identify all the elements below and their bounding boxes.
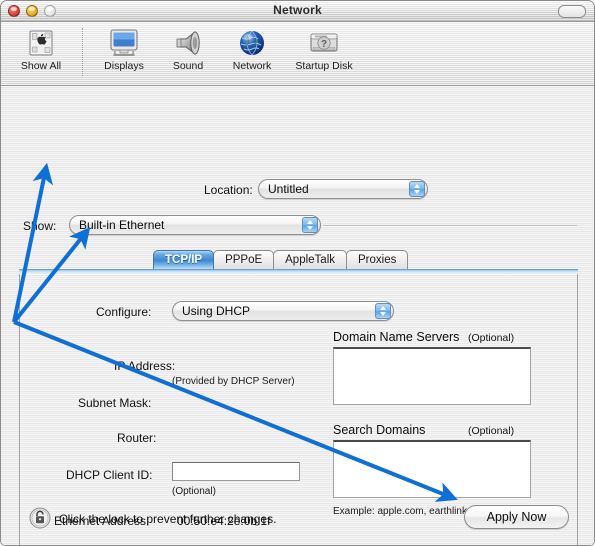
show-all-icon bbox=[9, 26, 73, 59]
chevron-updown-icon bbox=[375, 303, 391, 319]
lock-button[interactable] bbox=[29, 507, 51, 529]
startup-disk-icon: ? bbox=[284, 26, 364, 59]
ip-address-note: (Provided by DHCP Server) bbox=[172, 376, 295, 387]
toolbar-item-startup-disk[interactable]: ? Startup Disk bbox=[284, 26, 364, 72]
search-domains-optional: (Optional) bbox=[468, 425, 515, 437]
unlocked-padlock-icon bbox=[29, 507, 51, 529]
preferences-toolbar: Show All Displays Sound Network ? Startu… bbox=[1, 22, 594, 86]
configure-value: Using DHCP bbox=[182, 304, 251, 318]
tab-pppoe[interactable]: PPPoE bbox=[213, 250, 275, 269]
search-domains-example: Example: apple.com, earthlink.net bbox=[333, 506, 484, 517]
toolbar-item-label: Show All bbox=[20, 60, 62, 72]
location-popup[interactable]: Untitled bbox=[258, 179, 428, 199]
tab-strip: TCP/IP PPPoE AppleTalk Proxies bbox=[19, 250, 578, 274]
dhcp-client-id-note: (Optional) bbox=[172, 486, 216, 497]
toolbar-item-label: Network bbox=[232, 60, 272, 72]
location-label: Location: bbox=[204, 183, 253, 197]
show-value: Built-in Ethernet bbox=[79, 218, 165, 232]
toolbar-item-network[interactable]: Network bbox=[220, 26, 284, 72]
search-domains-title: Search Domains bbox=[333, 423, 426, 437]
show-label: Show: bbox=[23, 219, 57, 233]
toolbar-item-sound[interactable]: Sound bbox=[156, 26, 220, 72]
tab-list: TCP/IP PPPoE AppleTalk Proxies bbox=[153, 250, 409, 269]
domain-name-servers-input[interactable] bbox=[333, 347, 531, 405]
toolbar-separator bbox=[82, 28, 83, 76]
domain-name-servers-title: Domain Name Servers bbox=[333, 330, 460, 344]
show-divider-rule bbox=[323, 225, 577, 227]
tab-tcpip[interactable]: TCP/IP bbox=[153, 250, 215, 269]
ip-address-label: IP Address: bbox=[114, 359, 176, 373]
dhcp-client-id-input[interactable] bbox=[172, 462, 300, 481]
lock-hint-text: Click the lock to prevent further change… bbox=[59, 512, 277, 526]
domain-name-servers-optional: (Optional) bbox=[468, 332, 515, 344]
chevron-updown-icon bbox=[409, 181, 425, 197]
apply-now-button[interactable]: Apply Now bbox=[464, 505, 569, 529]
toolbar-item-label: Sound bbox=[172, 60, 204, 72]
sound-icon bbox=[156, 26, 220, 59]
toolbar-toggle-button[interactable] bbox=[558, 5, 586, 18]
show-popup[interactable]: Built-in Ethernet bbox=[69, 215, 321, 235]
toolbar-item-displays[interactable]: Displays bbox=[92, 26, 156, 72]
chevron-updown-icon bbox=[302, 217, 318, 233]
tab-appletalk[interactable]: AppleTalk bbox=[273, 250, 348, 269]
configure-label: Configure: bbox=[96, 305, 152, 319]
window-titlebar: Network bbox=[1, 1, 594, 22]
search-domains-input[interactable] bbox=[333, 440, 531, 498]
preferences-body: Location: Untitled Show: Built-in Ethern… bbox=[1, 86, 594, 545]
tab-proxies[interactable]: Proxies bbox=[346, 250, 409, 269]
svg-text:?: ? bbox=[321, 39, 327, 50]
configure-popup[interactable]: Using DHCP bbox=[172, 301, 394, 321]
network-globe-icon bbox=[220, 26, 284, 59]
displays-icon bbox=[92, 26, 156, 59]
network-preferences-window: Network Show All Displays Sound Network … bbox=[0, 0, 595, 546]
subnet-mask-label: Subnet Mask: bbox=[78, 396, 152, 410]
router-label: Router: bbox=[117, 431, 157, 445]
location-value: Untitled bbox=[268, 182, 309, 196]
toolbar-item-show-all[interactable]: Show All bbox=[9, 26, 73, 72]
window-title: Network bbox=[273, 3, 322, 17]
toolbar-item-label: Startup Disk bbox=[295, 60, 353, 72]
dhcp-client-id-label: DHCP Client ID: bbox=[66, 468, 153, 482]
toolbar-item-label: Displays bbox=[104, 60, 144, 72]
